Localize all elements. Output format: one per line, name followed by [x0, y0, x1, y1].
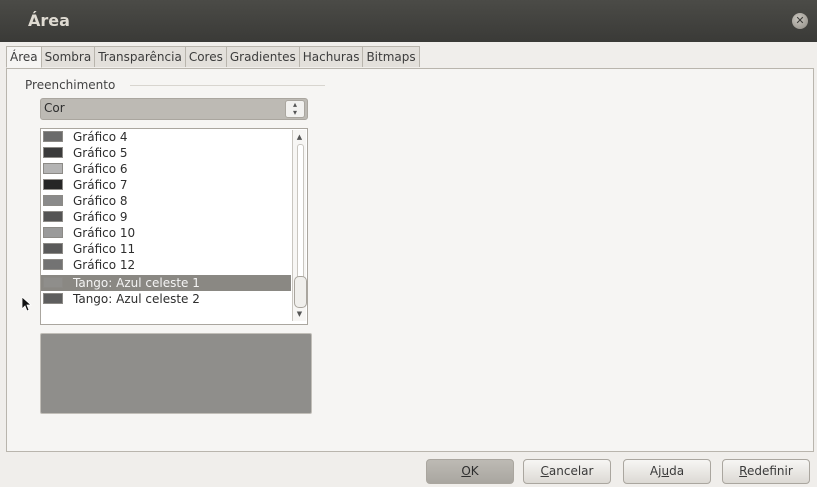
color-list-item[interactable]: Gráfico 7: [41, 177, 291, 193]
fill-type-select[interactable]: Cor ▴ ▾: [40, 98, 308, 120]
color-swatch: [43, 227, 63, 238]
group-divider: [130, 85, 325, 86]
help-mnemonic: u: [661, 464, 670, 478]
color-list-item[interactable]: Gráfico 5: [41, 145, 291, 161]
color-list-item[interactable]: Gráfico 12: [41, 257, 291, 273]
fill-preview: [40, 333, 312, 414]
color-swatch: [43, 259, 63, 270]
color-label: Gráfico 7: [73, 178, 128, 192]
tab-cores[interactable]: Cores: [184, 46, 227, 67]
color-list-item[interactable]: Tango: Azul celeste 2: [41, 291, 291, 307]
color-label: Gráfico 9: [73, 210, 128, 224]
select-arrows-icon[interactable]: ▴ ▾: [285, 100, 305, 118]
close-icon[interactable]: ✕: [792, 13, 808, 29]
tab-bar: Área Sombra Transparência Cores Gradient…: [6, 46, 420, 68]
tab-hachuras[interactable]: Hachuras: [298, 46, 364, 67]
cancel-mnemonic: C: [540, 464, 549, 478]
color-list-item[interactable]: Gráfico 10: [41, 225, 291, 241]
color-label: Gráfico 8: [73, 194, 128, 208]
mouse-pointer-icon: [22, 297, 32, 311]
color-swatch: [43, 293, 63, 304]
color-list[interactable]: Gráfico 4 Gráfico 5 Gráfico 6 Gráfico 7 …: [40, 128, 308, 325]
color-swatch: [43, 131, 63, 142]
fill-type-value: Cor: [44, 101, 65, 115]
tab-gradientes[interactable]: Gradientes: [225, 46, 300, 67]
reset-button[interactable]: Redefinir: [722, 459, 810, 484]
color-label: Gráfico 6: [73, 162, 128, 176]
color-label: Tango: Azul celeste 1: [73, 276, 200, 290]
color-label: Tango: Azul celeste 2: [73, 292, 200, 306]
tab-area[interactable]: Área: [6, 46, 42, 68]
color-swatch: [43, 211, 63, 222]
tab-transparencia[interactable]: Transparência: [94, 46, 186, 67]
color-label: Gráfico 4: [73, 130, 128, 144]
scroll-thumb[interactable]: [294, 276, 307, 308]
color-label: Gráfico 5: [73, 146, 128, 160]
color-list-item[interactable]: Gráfico 9: [41, 209, 291, 225]
title-bar: Área ✕: [0, 0, 817, 42]
tab-sombra[interactable]: Sombra: [40, 46, 96, 67]
reset-mnemonic: R: [739, 464, 747, 478]
color-swatch: [43, 147, 63, 158]
color-label: Gráfico 11: [73, 242, 136, 256]
color-label: Gráfico 10: [73, 226, 136, 240]
fill-group-label: Preenchimento: [25, 78, 116, 92]
reset-label: edefinir: [746, 464, 793, 478]
color-list-item[interactable]: Gráfico 8: [41, 193, 291, 209]
tab-bitmaps[interactable]: Bitmaps: [362, 46, 420, 67]
scroll-up-icon[interactable]: ▲: [294, 132, 305, 142]
color-list-item[interactable]: Gráfico 11: [41, 241, 291, 257]
color-swatch: [43, 243, 63, 254]
area-tab-panel: Preenchimento Cor ▴ ▾ Gráfico 4 Gráfico 5…: [6, 68, 814, 452]
color-swatch: [43, 195, 63, 206]
color-swatch: [43, 277, 63, 288]
color-list-item[interactable]: Gráfico 6: [41, 161, 291, 177]
window-title: Área: [28, 11, 70, 30]
color-list-scrollbar[interactable]: ▲ ▼: [292, 130, 307, 321]
ok-label: K: [470, 464, 479, 478]
ok-mnemonic: O: [461, 464, 471, 478]
color-list-item[interactable]: Gráfico 4: [41, 129, 291, 145]
help-label-end: da: [669, 464, 685, 478]
color-label: Gráfico 12: [73, 258, 136, 272]
ok-button[interactable]: OK: [426, 459, 514, 484]
color-swatch: [43, 179, 63, 190]
color-list-item-selected[interactable]: Tango: Azul celeste 1: [41, 275, 291, 291]
help-button[interactable]: Ajuda: [623, 459, 711, 484]
cancel-label: ancelar: [548, 464, 594, 478]
color-swatch: [43, 163, 63, 174]
scroll-down-icon[interactable]: ▼: [294, 309, 305, 319]
cancel-button[interactable]: Cancelar: [523, 459, 611, 484]
help-label-start: Aj: [649, 464, 662, 478]
